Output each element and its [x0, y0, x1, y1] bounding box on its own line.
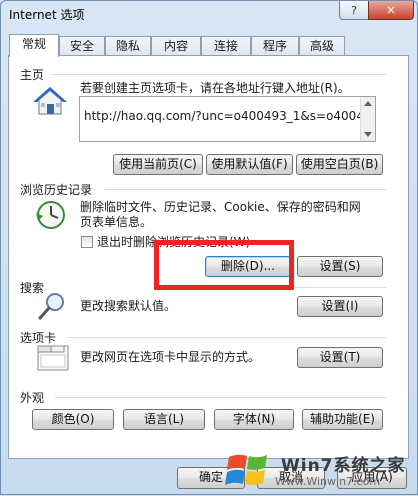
tab-general[interactable]: 常规 — [9, 34, 59, 57]
house-icon — [33, 87, 67, 115]
use-current-page-button[interactable]: 使用当前页(C) — [113, 154, 203, 175]
tabs-window-icon — [37, 345, 69, 371]
tabs-description: 更改网页在选项卡中显示的方式。 — [80, 350, 261, 364]
history-settings-button[interactable]: 设置(S) — [297, 256, 383, 277]
tab-privacy[interactable]: 隐私 — [105, 36, 151, 56]
fonts-button[interactable]: 字体(N) — [214, 409, 294, 430]
tab-programs[interactable]: 程序 — [251, 36, 299, 56]
close-button[interactable]: ✕ — [368, 1, 414, 20]
textarea-scrollbar[interactable] — [360, 97, 375, 141]
divider — [51, 74, 387, 75]
languages-button[interactable]: 语言(L) — [123, 409, 205, 430]
search-settings-button[interactable]: 设置(I) — [297, 296, 383, 317]
windows-logo-icon — [225, 454, 267, 485]
tab-security[interactable]: 安全 — [59, 36, 105, 56]
home-page-url-textarea[interactable]: http://hao.qq.com/?unc=o400493_1&s=o4004… — [79, 96, 376, 142]
history-description: 删除临时文件、历史记录、Cookie、保存的密码和网页表单信息。 — [80, 200, 361, 229]
scroll-up-arrow-icon[interactable] — [364, 101, 372, 106]
clock-icon — [36, 201, 65, 229]
use-default-button[interactable]: 使用默认值(F) — [206, 154, 293, 175]
highlight-annotation — [154, 240, 294, 290]
window-title: Internet 选项 — [9, 8, 85, 22]
scroll-down-arrow-icon[interactable] — [364, 132, 372, 137]
tab-connections[interactable]: 连接 — [201, 36, 251, 56]
divider — [55, 397, 387, 398]
divider — [295, 287, 387, 288]
divider — [67, 337, 387, 338]
tabs-settings-button[interactable]: 设置(T) — [297, 347, 383, 368]
watermark-url: Www.Winwin7.com — [275, 475, 381, 488]
use-blank-page-button[interactable]: 使用空白页(B) — [296, 154, 383, 175]
search-description: 更改搜索默认值。 — [80, 299, 177, 313]
home-group-title: 主页 — [20, 66, 49, 83]
delete-on-exit-checkbox[interactable] — [81, 236, 93, 248]
appearance-group-title: 外观 — [20, 389, 49, 406]
tab-advanced[interactable]: 高级 — [299, 36, 345, 56]
home-page-url-text[interactable]: http://hao.qq.com/?unc=o400493_1&s=o4004… — [84, 109, 375, 123]
internet-options-dialog: Internet 选项 ? ✕ 常规 安全 隐私 内容 连接 程序 高级 主页 … — [0, 0, 418, 495]
watermark: Win7系统之家 Www.Winwin7.com — [213, 443, 418, 496]
watermark-text: Win7系统之家 — [281, 456, 406, 476]
magnifier-icon — [38, 293, 64, 320]
home-description: 若要创建主页选项卡，请在各地址行键入地址(R)。 — [80, 81, 350, 95]
help-button[interactable]: ? — [339, 1, 369, 20]
divider — [105, 189, 387, 190]
tab-content[interactable]: 内容 — [151, 36, 201, 56]
accessibility-button[interactable]: 辅助功能(E) — [302, 409, 383, 430]
title-bar[interactable]: Internet 选项 ? ✕ — [1, 1, 417, 29]
colors-button[interactable]: 颜色(O) — [32, 409, 114, 430]
history-group-title: 浏览历史记录 — [20, 181, 97, 198]
